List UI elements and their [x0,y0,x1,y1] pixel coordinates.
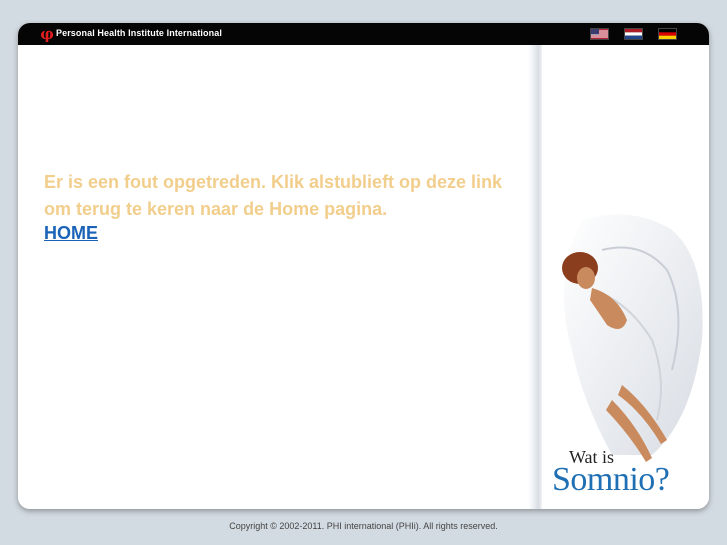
sleeping-woman-image[interactable] [542,200,709,470]
german-flag-icon[interactable] [659,29,676,39]
home-link[interactable]: HOME [44,223,98,244]
us-flag-icon[interactable] [591,29,608,39]
brand-name: Personal Health Institute International [56,28,222,38]
header-bar: φ Personal Health Institute Internationa… [18,23,709,45]
promo-line-2: Somnio? [552,461,670,498]
error-message: Er is een fout opgetreden. Klik alstubli… [44,172,503,219]
phi-logo-icon: φ [40,25,54,43]
sidebar: Wat is Somnio? [542,45,709,509]
promo-title[interactable]: Wat is Somnio? [552,447,707,507]
column-divider [528,45,542,509]
main-panel: φ Personal Health Institute Internationa… [18,23,709,509]
copyright-text: Copyright © 2002-2011. PHI international… [229,521,498,531]
content-area: Er is een fout opgetreden. Klik alstubli… [18,45,528,509]
dutch-flag-icon[interactable] [625,29,642,39]
